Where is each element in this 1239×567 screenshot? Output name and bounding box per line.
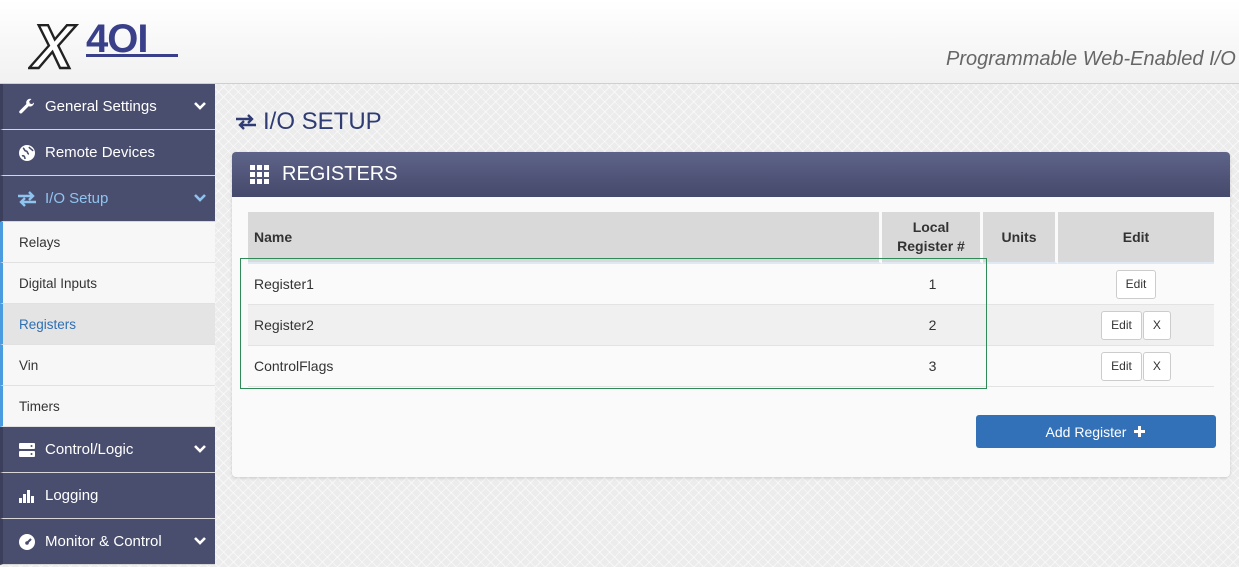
column-header-name[interactable]: Name — [248, 212, 882, 264]
register-units — [983, 264, 1058, 305]
sidebar-item-label: Logging — [45, 487, 99, 504]
edit-button[interactable]: Edit — [1101, 310, 1142, 340]
sidebar-item-label: I/O Setup — [45, 190, 109, 207]
chevron-down-icon — [194, 194, 206, 202]
sidebar-item-vin[interactable]: Vin — [0, 345, 215, 386]
sidebar-item-label: General Settings — [45, 98, 157, 115]
sidebar-item-label: Control/Logic — [45, 441, 134, 458]
server-icon — [17, 440, 37, 460]
arrows-exchange-icon — [236, 114, 256, 130]
tagline: Programmable Web-Enabled I/O — [946, 48, 1236, 70]
globe-icon — [17, 143, 37, 163]
arrows-exchange-icon — [17, 189, 37, 209]
panel-header: REGISTERS — [232, 152, 1230, 197]
row-actions: Edit — [1058, 264, 1214, 305]
register-units — [983, 346, 1058, 387]
sidebar-item-logging[interactable]: Logging — [0, 473, 215, 519]
sidebar-item-control-logic[interactable]: Control/Logic — [0, 427, 215, 473]
table-row: ControlFlags 3 Edit X — [248, 346, 1214, 387]
registers-table: Name Local Register # Units Edit Registe… — [248, 212, 1214, 387]
sidebar-item-io-setup[interactable]: I/O Setup — [0, 176, 215, 222]
chevron-down-icon — [194, 537, 206, 545]
register-number: 3 — [882, 346, 983, 387]
sidebar-item-remote-devices[interactable]: Remote Devices — [0, 130, 215, 176]
dashboard-icon — [17, 532, 37, 552]
grid-icon — [250, 164, 269, 184]
column-header-label: Local Register # — [897, 219, 965, 254]
row-actions: Edit X — [1058, 305, 1214, 346]
page-title-text: I/O SETUP — [263, 108, 382, 135]
sidebar-item-timers[interactable]: Timers — [0, 386, 215, 427]
column-header-local-register[interactable]: Local Register # — [882, 212, 983, 264]
column-header-units[interactable]: Units — [983, 212, 1058, 264]
register-name: ControlFlags — [248, 346, 882, 387]
table-header-row: Name Local Register # Units Edit — [248, 212, 1214, 264]
add-register-button[interactable]: Add Register — [976, 415, 1216, 448]
register-number: 2 — [882, 305, 983, 346]
sidebar: General Settings Remote Devices I/O Setu… — [0, 84, 215, 567]
sidebar-item-label: Monitor & Control — [45, 533, 162, 550]
header-bar: X 4OI Programmable Web-Enabled I/O — [0, 0, 1239, 84]
sidebar-item-relays[interactable]: Relays — [0, 222, 215, 263]
sidebar-item-monitor-control[interactable]: Monitor & Control — [0, 519, 215, 565]
register-name: Register2 — [248, 305, 882, 346]
column-header-edit: Edit — [1058, 212, 1214, 264]
register-number: 1 — [882, 264, 983, 305]
bar-chart-icon — [17, 486, 37, 506]
sidebar-item-digital-inputs[interactable]: Digital Inputs — [0, 263, 215, 304]
page-title: I/O SETUP — [235, 108, 382, 136]
registers-panel: REGISTERS Name Local Register # Units Ed… — [232, 152, 1230, 477]
table-row: Register2 2 Edit X — [248, 305, 1214, 346]
add-register-label: Add Register — [1045, 423, 1127, 440]
plus-icon — [1134, 426, 1146, 437]
wrench-icon — [17, 97, 37, 117]
chevron-down-icon — [194, 102, 206, 110]
table-row: Register1 1 Edit — [248, 264, 1214, 305]
sidebar-item-registers[interactable]: Registers — [0, 304, 215, 345]
register-units — [983, 305, 1058, 346]
delete-button[interactable]: X — [1142, 310, 1171, 340]
edit-button[interactable]: Edit — [1101, 351, 1142, 381]
delete-button[interactable]: X — [1142, 351, 1171, 381]
edit-button[interactable]: Edit — [1115, 269, 1157, 299]
sidebar-item-general-settings[interactable]: General Settings — [0, 84, 215, 130]
chevron-down-icon — [194, 445, 206, 453]
sidebar-item-label: Remote Devices — [45, 144, 156, 161]
register-name: Register1 — [248, 264, 882, 305]
panel-title: REGISTERS — [282, 163, 398, 185]
row-actions: Edit X — [1058, 346, 1214, 387]
